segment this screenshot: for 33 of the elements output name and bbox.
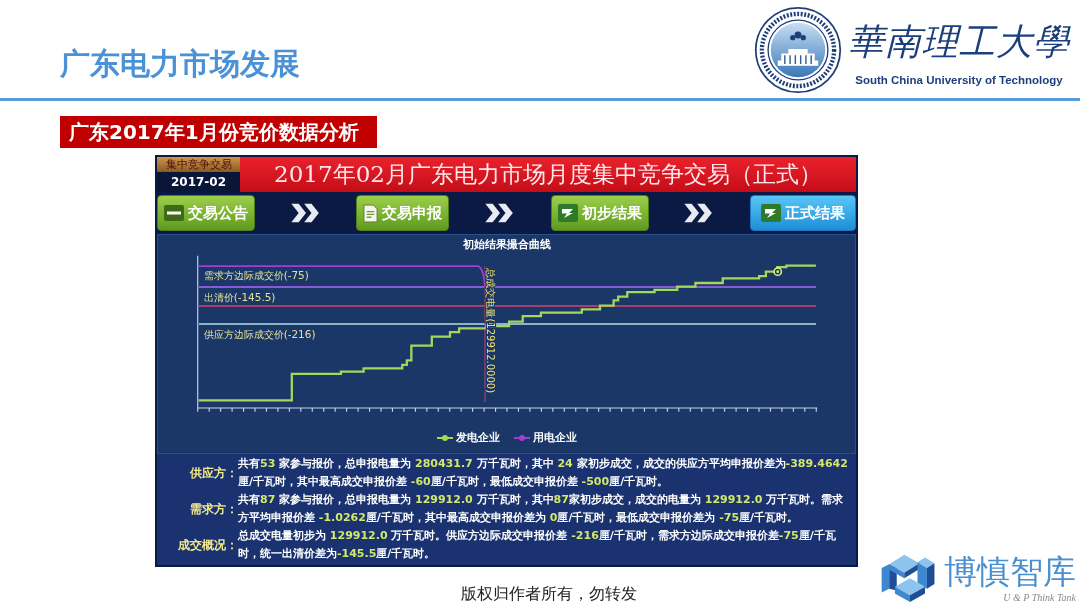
crossing-label: 总成交电量(129912.0000) xyxy=(485,268,497,394)
badge-caption: 集中竞争交易 xyxy=(157,157,240,172)
chart-title: 初始结果撮合曲线 xyxy=(462,237,551,253)
point-marker-icon xyxy=(773,267,783,277)
document-icon xyxy=(363,203,379,223)
section-heading: 广东2017年1月份竞价数据分析 xyxy=(60,116,377,148)
summary-text: 总成交电量初步为 129912.0 万千瓦时。供应方边际成交申报价差 -216厘/千瓦时，需求方边际成交申报价差-75厘/千瓦时，统一出清价差为-145.5厘/千瓦时。 xyxy=(238,528,837,562)
reference-label: 出清价(-145.5) xyxy=(203,291,276,304)
university-english-name: South China University of Technology xyxy=(855,74,1063,86)
banner-title: 2017年02月广东电力市场月度集中竞争交易（正式） xyxy=(240,157,856,192)
step-button[interactable]: 正式结果 xyxy=(749,195,856,231)
university-seal-icon xyxy=(754,6,842,94)
copyright-notice: 版权归作者所有，勿转发 xyxy=(461,585,637,603)
reference-label: 供应方边际成交价(-216) xyxy=(203,328,316,341)
university-name: 華南理工大學 xyxy=(848,20,1070,64)
minus-box-icon xyxy=(164,205,184,221)
summary-text: 共有53 家参与报价，总申报电量为 280431.7 万千瓦时，其中 24 家初步成交，成交的供应方平均申报价差为-389.4642 厘/千瓦时，其中最高成交申报价差 -60厘/千瓦时，最低成交申报价差 -500厘/千瓦时。 xyxy=(238,456,849,490)
step-button[interactable]: 交易公告 xyxy=(157,195,255,231)
arrow-tile-icon xyxy=(557,204,578,222)
page-title: 广东电力市场发展 xyxy=(60,46,300,82)
period-label: 2017-02 xyxy=(157,172,240,192)
row-label: 需求方： xyxy=(189,500,238,518)
step-button[interactable]: 交易申报 xyxy=(356,195,450,231)
reference-label: 需求方边际成交价(-75) xyxy=(203,269,309,282)
think-tank-name: 博慎智库 xyxy=(944,552,1076,592)
step-button[interactable]: 初步结果 xyxy=(550,195,649,231)
legend-label: 用电企业 xyxy=(532,431,577,445)
think-tank-tagline: U & P Think Tank xyxy=(1003,592,1076,604)
summary-text: 共有87 家参与报价，总申报电量为 129912.0 万千瓦时，其中87家初步成交，成交的电量为 129912.0 万千瓦时。需求方平均申报价差 -1.0262厘/千瓦时，其中最高成交申报价差为 0厘/千瓦时，最低成交申报价差为 -75厘/千瓦时。 xyxy=(238,492,845,526)
row-label: 成交概况： xyxy=(177,537,238,554)
row-label: 供应方： xyxy=(189,464,238,482)
legend-label: 发电企业 xyxy=(455,431,500,445)
arrow-tile-icon xyxy=(760,204,781,222)
